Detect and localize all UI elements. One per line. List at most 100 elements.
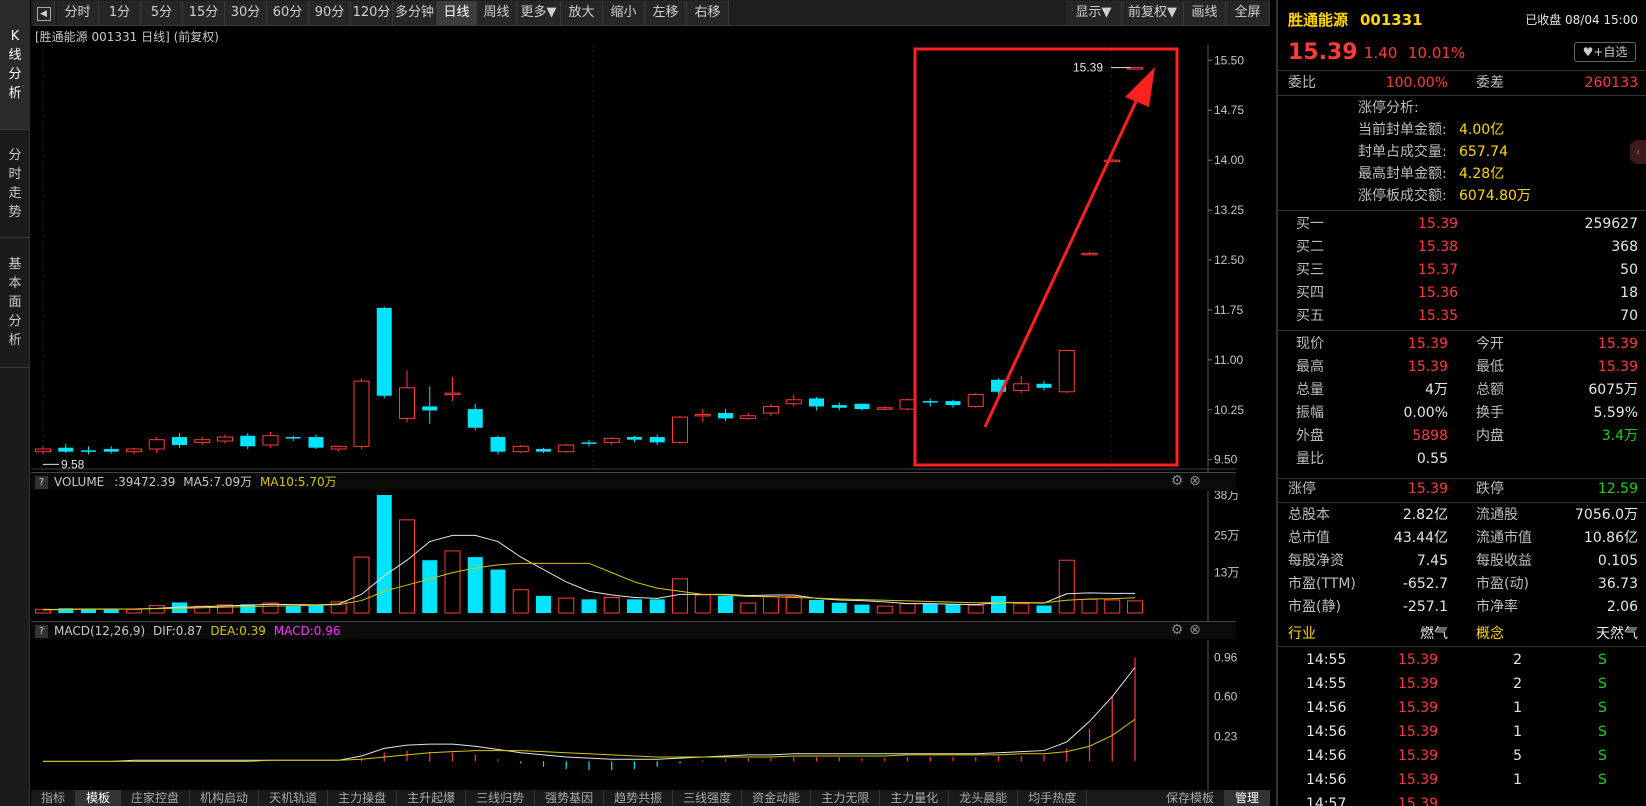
indicator-tab[interactable]: 趋势共振	[604, 790, 674, 806]
indicator-tab[interactable]: 庄家控盘	[121, 790, 191, 806]
toolbar-btn-8[interactable]: 120分	[351, 1, 393, 25]
toolbar-btn-3[interactable]: 5分	[141, 1, 183, 25]
webi-value: 100.00%	[1385, 75, 1448, 91]
toolbar-btn-2[interactable]: 1分	[99, 1, 141, 25]
help-icon[interactable]: ?	[35, 625, 48, 638]
toolbar-btn-11[interactable]: 周线	[477, 1, 517, 25]
concept-value[interactable]: 天然气	[1596, 622, 1638, 646]
indicator-tab[interactable]: 主力量化	[880, 790, 950, 806]
industry-value[interactable]: 燃气	[1368, 622, 1448, 646]
weicha-value: 260133	[1584, 75, 1638, 91]
fundamental-value: 0.105	[1597, 553, 1638, 569]
toolbar-btn-1[interactable]: 分时	[57, 1, 99, 25]
candle	[399, 370, 415, 423]
tab-left-3[interactable]: 基本面分析	[0, 238, 30, 368]
indicator-tab[interactable]: 主力无限	[811, 790, 881, 806]
tab-left-2[interactable]: 分时走势	[0, 130, 30, 238]
close-icon[interactable]: ⊗	[1187, 473, 1203, 489]
volume-value: :39472.39	[114, 475, 176, 489]
toolbar-btn-14[interactable]: 缩小	[603, 1, 645, 25]
indicator-tabs: 指标 模板 庄家控盘 机构启动 天机轨道 主力操盘 主升起爆 三线归势 强势基因 趋势共振 三线强度…	[31, 790, 1270, 806]
bid-label: 买二	[1296, 239, 1324, 255]
toolbar-btn-5[interactable]: 30分	[225, 1, 267, 25]
bid-row[interactable]: 买三 15.37 50	[1278, 258, 1646, 282]
bid-row[interactable]: 买二 15.38 368	[1278, 235, 1646, 259]
bid-row[interactable]: 买四 15.36 18	[1278, 281, 1646, 305]
toolbar-btn-13[interactable]: 放大	[561, 1, 603, 25]
fundamental-value: -652.7	[1402, 576, 1448, 592]
indicator-tab[interactable]: 主力操盘	[328, 790, 398, 806]
indicator-tab[interactable]: 主升起爆	[397, 790, 467, 806]
bottom-right-tab[interactable]: 管理	[1224, 790, 1270, 806]
indicator-tab[interactable]: 强势基因	[535, 790, 605, 806]
toolbar-right-btn-4[interactable]: 全屏	[1226, 1, 1270, 25]
current-price: 15.39	[1288, 40, 1358, 65]
toolbar-btn-16[interactable]: 右移	[687, 1, 729, 25]
indicator-tab[interactable]: 资金动能	[742, 790, 812, 806]
stat-value: 0.00%	[1403, 405, 1448, 421]
candle	[1058, 349, 1075, 394]
gear-icon[interactable]: ⚙	[1169, 473, 1185, 489]
close-icon[interactable]: ⊗	[1187, 622, 1203, 638]
limit-row-value: 657.74	[1459, 144, 1508, 160]
bid-volume: 259627	[1584, 216, 1638, 232]
indicator-tab[interactable]: 机构启动	[190, 790, 260, 806]
help-icon[interactable]: ?	[35, 476, 48, 489]
candle	[854, 403, 870, 411]
indicator-tab[interactable]: 模板	[76, 790, 122, 806]
fundamental-label: 每股收益	[1476, 553, 1532, 569]
tab-left-char: 走	[8, 185, 22, 201]
gear-icon[interactable]: ⚙	[1169, 622, 1185, 638]
tab-left-char: 基	[8, 257, 22, 272]
stat-label: 现价	[1296, 336, 1324, 352]
indicator-tab[interactable]: 天机轨道	[259, 790, 329, 806]
indicator-tab[interactable]: 龙头晨能	[949, 790, 1019, 806]
indicator-tab[interactable]: 均手热度	[1018, 790, 1088, 806]
indicator-tab[interactable]: 三线强度	[673, 790, 743, 806]
volume-bar	[945, 604, 961, 613]
toolbar-right-btn-2[interactable]: 前复权▼	[1122, 1, 1184, 25]
add-watchlist-button[interactable]: ♥+自选	[1574, 42, 1636, 62]
volume-chart[interactable]: 38万 25万 13万	[31, 491, 1270, 621]
fundamental-value: 2.06	[1606, 599, 1638, 615]
toolbar-right-btn-1[interactable]: 显示▼	[1066, 1, 1122, 25]
tab-left-char: 分	[8, 147, 22, 163]
toolbar-btn-10[interactable]: 日线	[437, 1, 477, 25]
stat-label: 总量	[1296, 382, 1324, 398]
toolbar-btn-12[interactable]: 更多▼	[517, 1, 561, 25]
back-button[interactable]: ◀	[33, 1, 55, 25]
bid-row[interactable]: 买五 15.35 70	[1278, 304, 1646, 328]
candle	[1036, 381, 1052, 391]
toolbar-right-btn-3[interactable]: 画线	[1184, 1, 1226, 25]
kline-chart[interactable]: 15.50 14.75 14.00 13.25 12.50 11.75 11.00 10.25…	[31, 45, 1270, 485]
volume-bar	[1036, 605, 1052, 613]
limit-row-value: 6074.80万	[1459, 188, 1531, 204]
tick-time: 14:55	[1306, 676, 1347, 692]
tick-row: 14:56 15.39 5 S	[1278, 744, 1646, 768]
price-tick-label: 10.25	[1214, 403, 1244, 417]
tick-side: S	[1598, 652, 1607, 668]
candle	[35, 446, 51, 455]
macd-chart[interactable]: 0.96 0.60 0.23	[31, 640, 1270, 790]
toolbar-btn-7[interactable]: 90分	[309, 1, 351, 25]
concept-label: 概念	[1476, 626, 1504, 642]
tab-left-1[interactable]: K线分析	[0, 0, 30, 130]
bid-row[interactable]: 买一 15.39 259627	[1278, 212, 1646, 236]
candle	[353, 378, 370, 450]
tick-price: 15.39	[1398, 772, 1439, 788]
toolbar-btn-6[interactable]: 60分	[267, 1, 309, 25]
volume-bar	[103, 609, 119, 613]
bottom-right-tab[interactable]: 保存模板	[1156, 790, 1225, 806]
toolbar-btn-15[interactable]: 左移	[645, 1, 687, 25]
toolbar-btn-4[interactable]: 15分	[183, 1, 225, 25]
indicator-tab[interactable]: 三线归势	[466, 790, 536, 806]
volume-bar	[649, 599, 665, 613]
tab-left-char: 面	[8, 295, 22, 310]
toolbar-btn-9[interactable]: 多分钟	[393, 1, 437, 25]
stat-label: 总额	[1476, 382, 1504, 398]
indicator-tab[interactable]: 指标	[31, 790, 77, 806]
volume-bar	[899, 603, 916, 614]
volume-tick-label: 25万	[1214, 528, 1239, 542]
limit-row: 当前封单金额: 4.00亿	[1278, 118, 1646, 142]
tick-volume: 2	[1513, 676, 1522, 692]
